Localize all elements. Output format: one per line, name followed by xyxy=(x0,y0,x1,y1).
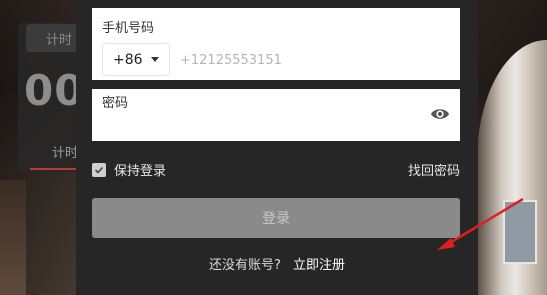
background-lamp xyxy=(0,180,26,295)
register-link[interactable]: 立即注册 xyxy=(293,258,345,273)
login-button[interactable]: 登录 xyxy=(92,198,460,238)
timer-underline xyxy=(30,168,78,170)
remember-me[interactable]: 保持登录 xyxy=(92,160,166,179)
arrow-icon xyxy=(437,197,524,250)
password-input[interactable] xyxy=(102,113,426,139)
check-icon xyxy=(94,166,104,174)
timer-subtab: 计时 xyxy=(52,146,79,161)
remember-label: 保持登录 xyxy=(114,164,167,179)
eye-icon[interactable] xyxy=(430,107,450,121)
phone-field: 手机号码 +86 xyxy=(92,8,460,80)
no-account-text: 还没有账号? xyxy=(208,258,281,273)
timer-tab: 计时 xyxy=(26,24,78,52)
phone-input[interactable] xyxy=(178,44,452,76)
country-code-select[interactable]: +86 xyxy=(102,43,170,76)
password-field: 密码 xyxy=(92,89,460,141)
phone-label: 手机号码 xyxy=(102,21,155,36)
forgot-password-link[interactable]: 找回密码 xyxy=(408,160,460,179)
chevron-down-icon xyxy=(151,57,159,62)
remember-checkbox[interactable] xyxy=(92,162,106,177)
country-code-value: +86 xyxy=(113,51,143,68)
login-modal: 手机号码 +86 密码 保持登录 找回密码 登录 还没有账号? 立即注册 xyxy=(76,0,524,295)
password-label: 密码 xyxy=(102,96,129,111)
register-row: 还没有账号? 立即注册 xyxy=(76,254,478,273)
